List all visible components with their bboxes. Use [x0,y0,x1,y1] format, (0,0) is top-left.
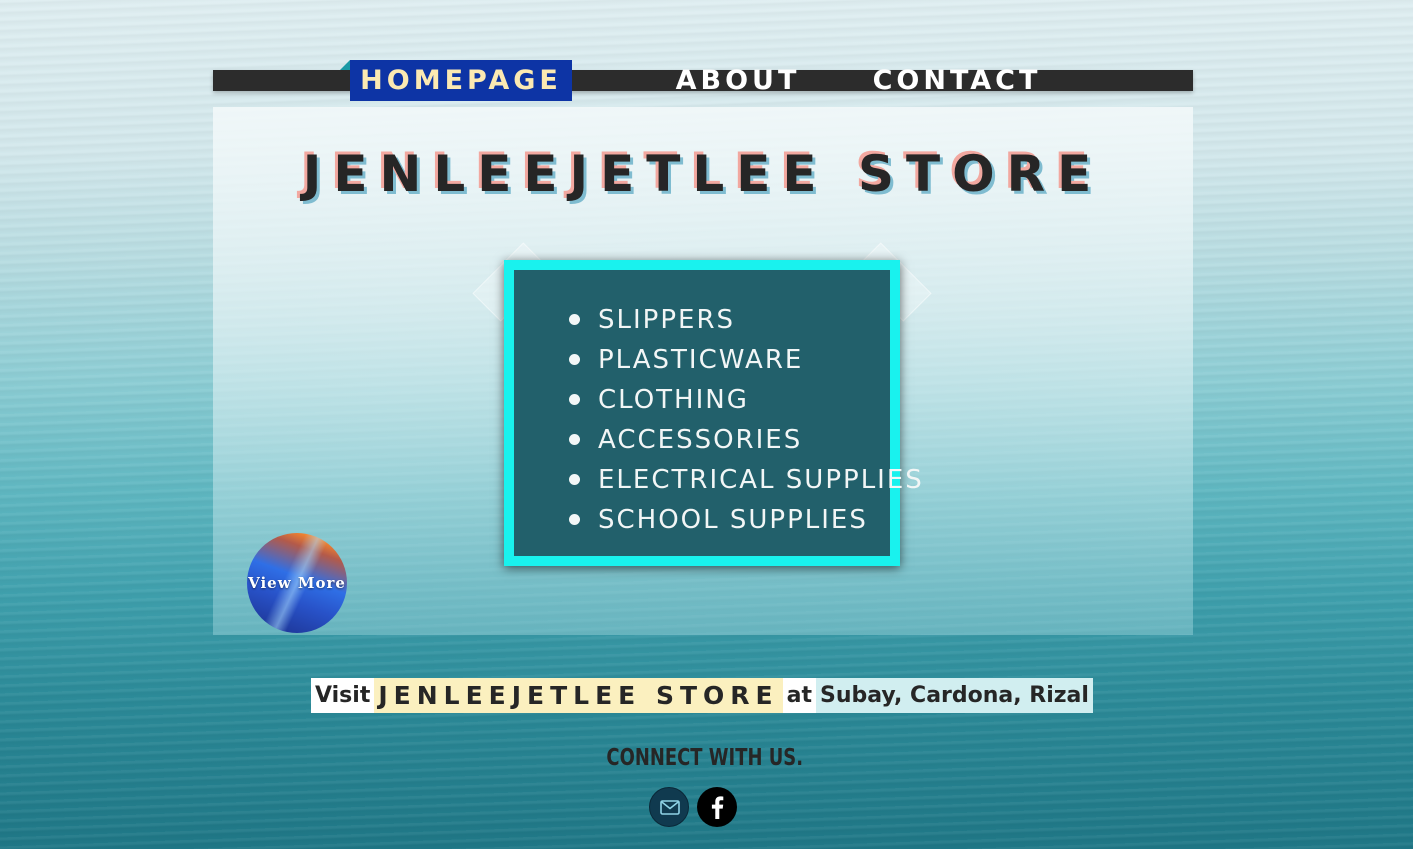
list-item: ACCESSORIES [569,420,924,460]
mail-icon[interactable] [649,787,689,827]
store-title: JENLEEJETLEE STORE [302,145,1104,203]
product-label: CLOTHING [598,385,749,415]
list-item: CLOTHING [569,380,924,420]
bullet-icon [569,394,580,405]
list-item: SCHOOL SUPPLIES [569,500,924,540]
list-item: ELECTRICAL SUPPLIES [569,460,924,500]
product-label: ACCESSORIES [598,425,803,455]
nav-item-about[interactable]: ABOUT [672,60,804,101]
bullet-icon [569,314,580,325]
connect-heading: CONNECT WITH US. [606,745,804,771]
product-label: ELECTRICAL SUPPLIES [598,465,924,495]
product-label: PLASTICWARE [598,345,804,375]
bullet-icon [569,434,580,445]
bullet-icon [569,474,580,485]
list-item: SLIPPERS [569,300,924,340]
visit-at: at [782,678,816,713]
nav-item-contact[interactable]: CONTACT [868,60,1046,101]
visit-location: Subay, Cardona, Rizal [815,678,1093,713]
visit-banner: Visit JENLEEJETLEE STORE at Subay, Cardo… [311,678,1093,713]
bullet-icon [569,514,580,525]
view-more-button[interactable]: View More [247,533,347,633]
product-label: SCHOOL SUPPLIES [598,505,868,535]
nav-item-homepage[interactable]: HOMEPAGE [350,60,572,101]
visit-store-name: JENLEEJETLEE STORE [374,678,783,713]
list-item: PLASTICWARE [569,340,924,380]
product-list-box: SLIPPERS PLASTICWARE CLOTHING ACCESSORIE… [504,260,922,566]
nav-active-tab-accent [340,60,350,70]
bullet-icon [569,354,580,365]
facebook-icon[interactable] [697,787,737,827]
product-label: SLIPPERS [598,305,736,335]
product-list: SLIPPERS PLASTICWARE CLOTHING ACCESSORIE… [569,300,924,540]
visit-prefix: Visit [311,678,375,713]
